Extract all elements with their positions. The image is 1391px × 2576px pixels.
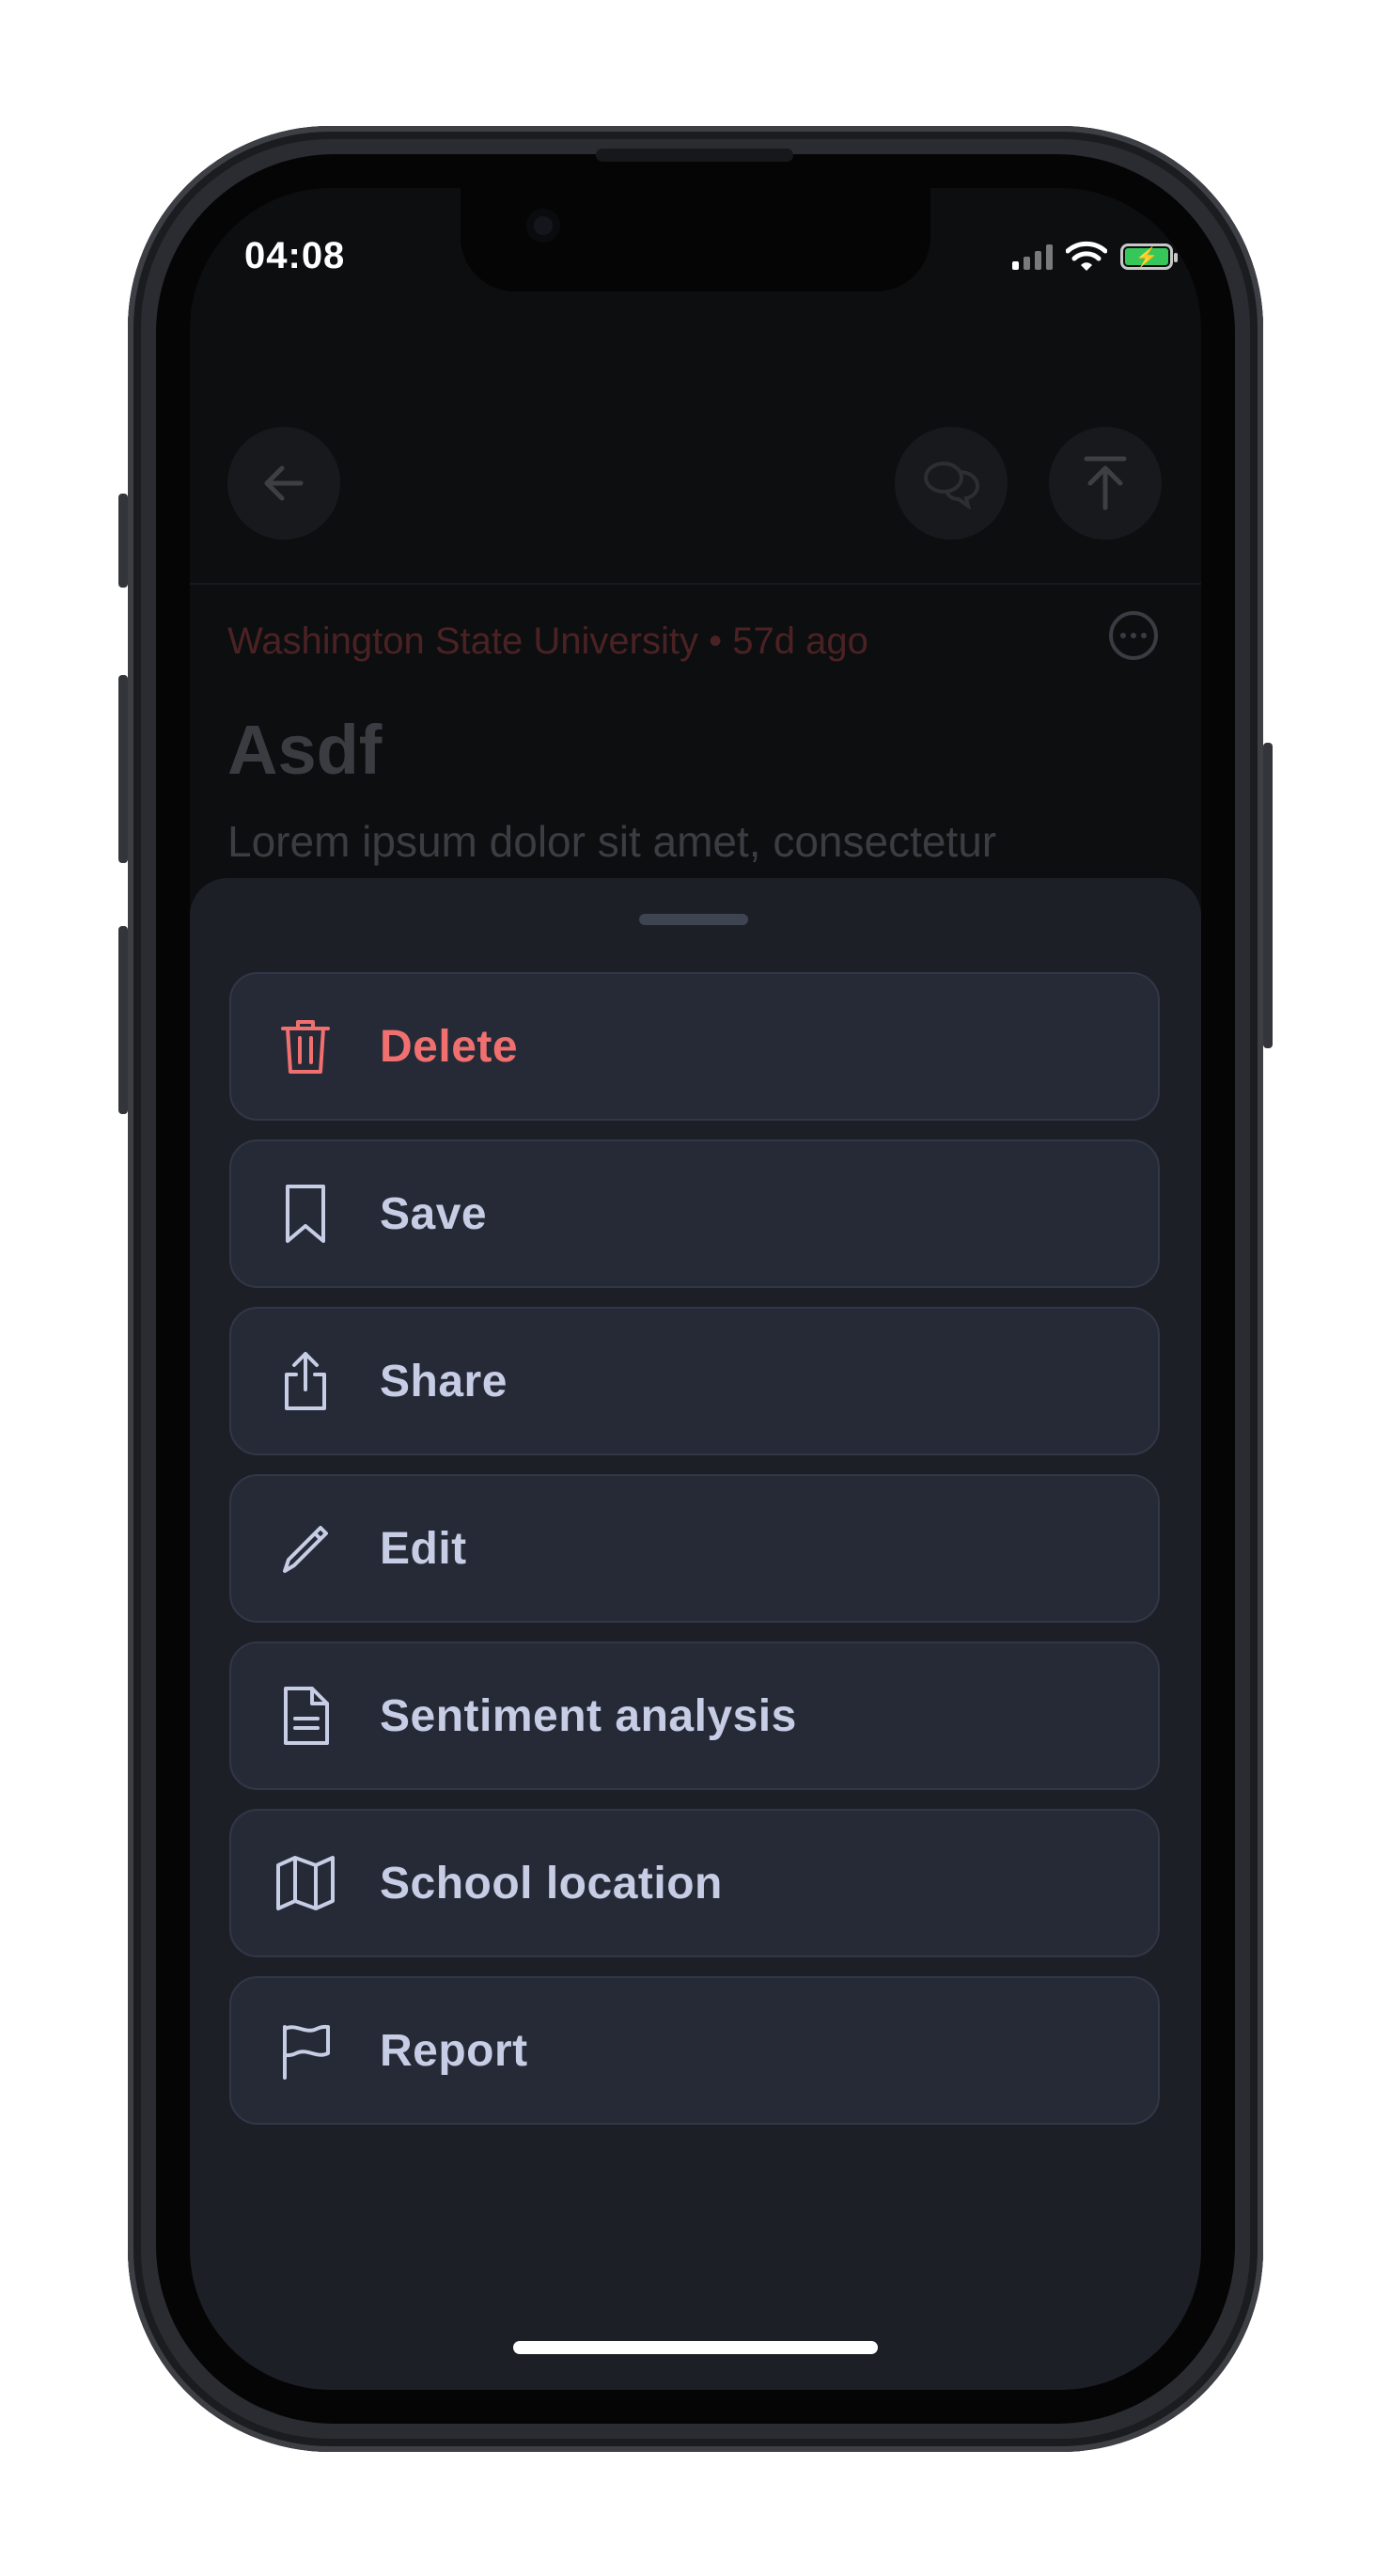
map-icon — [273, 1850, 338, 1916]
arrow-left-icon — [264, 465, 304, 501]
dot-icon — [1141, 633, 1147, 638]
share-label: Share — [380, 1356, 508, 1406]
post-meta: Washington State University • 57d ago — [227, 620, 868, 663]
wifi-icon — [1066, 241, 1107, 271]
edit-button[interactable]: Edit — [229, 1474, 1160, 1623]
report-label: Report — [380, 2025, 528, 2076]
notch — [461, 188, 930, 291]
dot-icon — [1131, 633, 1136, 638]
meta-separator: • — [709, 620, 723, 662]
report-button[interactable]: Report — [229, 1976, 1160, 2125]
pencil-icon — [273, 1516, 338, 1581]
document-icon — [273, 1683, 338, 1749]
edit-label: Edit — [380, 1523, 467, 1574]
sheet-grabber[interactable] — [639, 914, 748, 925]
header-divider — [190, 583, 1201, 585]
status-icons: ⚡ — [1012, 241, 1178, 273]
action-sheet: Delete Save Share Edit Sentiment analysi… — [190, 878, 1201, 2390]
trash-icon — [273, 1013, 338, 1079]
bookmark-icon — [273, 1181, 338, 1247]
school-location-label: School location — [380, 1858, 723, 1908]
school-name[interactable]: Washington State University — [227, 620, 698, 662]
mute-switch — [118, 494, 128, 588]
flag-icon — [273, 2018, 338, 2083]
cellular-signal-icon — [1012, 243, 1053, 270]
chat-bubbles-icon — [924, 462, 980, 510]
save-button[interactable]: Save — [229, 1139, 1160, 1288]
front-camera — [526, 209, 560, 243]
power-button — [1263, 743, 1273, 1048]
back-button[interactable] — [227, 427, 340, 540]
more-options-button[interactable] — [1109, 611, 1158, 660]
speaker-grille — [596, 149, 793, 162]
share-icon — [273, 1348, 338, 1414]
battery-icon: ⚡ — [1120, 243, 1178, 270]
post-body: Lorem ipsum dolor sit amet, consectetur — [227, 817, 997, 866]
sentiment-analysis-label: Sentiment analysis — [380, 1690, 797, 1741]
post-title: Asdf — [227, 711, 383, 789]
arrow-up-to-line-icon — [1084, 456, 1127, 510]
share-button[interactable]: Share — [229, 1307, 1160, 1455]
delete-label: Delete — [380, 1021, 519, 1072]
school-location-button[interactable]: School location — [229, 1809, 1160, 1957]
volume-up-button — [118, 675, 128, 863]
comments-button[interactable] — [895, 427, 1008, 540]
status-time: 04:08 — [244, 235, 346, 276]
sentiment-analysis-button[interactable]: Sentiment analysis — [229, 1641, 1160, 1790]
dot-icon — [1120, 633, 1126, 638]
screen: 04:08 ⚡ Washington State University • 57… — [190, 188, 1201, 2390]
scroll-top-button[interactable] — [1049, 427, 1162, 540]
save-label: Save — [380, 1188, 488, 1239]
post-age: 57d ago — [732, 620, 868, 662]
volume-down-button — [118, 926, 128, 1114]
home-indicator[interactable] — [513, 2341, 878, 2354]
delete-button[interactable]: Delete — [229, 972, 1160, 1121]
